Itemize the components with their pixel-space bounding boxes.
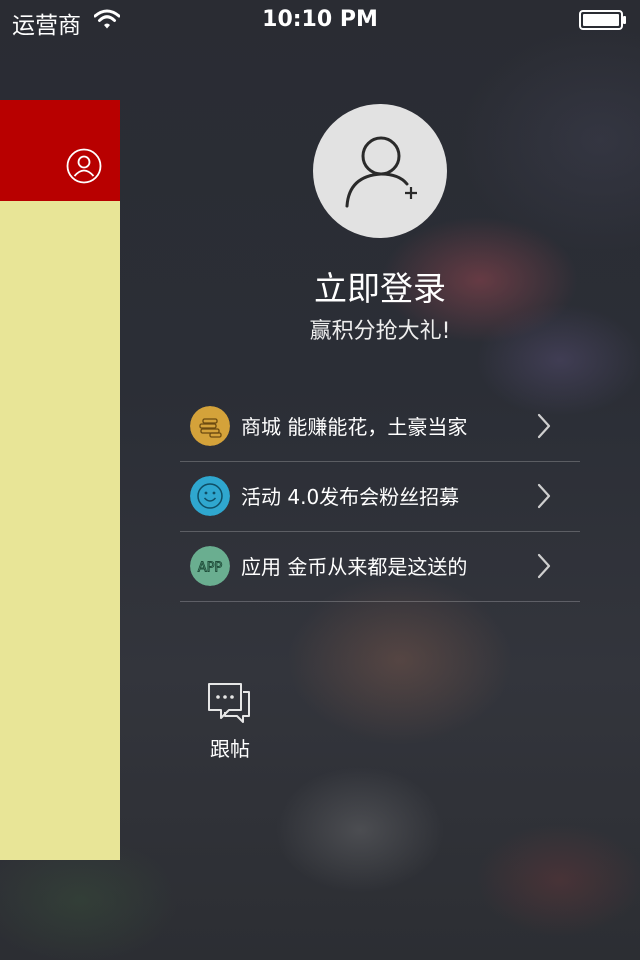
chevron-right-icon	[537, 483, 551, 509]
menu-item-mall[interactable]: 商城 能赚能花，土豪当家	[180, 391, 580, 462]
login-avatar-button[interactable]	[313, 104, 447, 238]
smiley-icon	[190, 476, 230, 516]
menu-item-label: 活动 4.0发布会粉丝招募	[241, 485, 460, 509]
login-subtitle: 赢积分抢大礼!	[309, 319, 451, 344]
main-header-bar	[0, 100, 120, 201]
svg-text:APP: APP	[198, 561, 223, 576]
menu-item-label: 应用 金币从来都是这送的	[241, 555, 468, 579]
menu-item-activity[interactable]: 活动 4.0发布会粉丝招募	[180, 461, 580, 532]
menu-item-apps[interactable]: APP 应用 金币从来都是这送的	[180, 531, 580, 602]
status-bar: 运营商 10:10 PM	[0, 0, 640, 40]
chevron-right-icon	[537, 413, 551, 439]
login-title[interactable]: 立即登录	[280, 262, 480, 310]
menu-item-label: 商城 能赚能花，土豪当家	[241, 415, 468, 439]
user-icon[interactable]	[66, 148, 102, 184]
reply-label[interactable]: 跟帖	[200, 733, 260, 762]
app-icon: APP	[190, 546, 230, 586]
chevron-right-icon	[537, 553, 551, 579]
main-content-panel[interactable]	[0, 100, 120, 860]
coins-icon	[190, 406, 230, 446]
add-user-icon	[345, 136, 417, 208]
comment-icon[interactable]	[205, 680, 253, 724]
status-time: 10:10 PM	[262, 7, 378, 32]
battery-icon	[579, 10, 626, 30]
